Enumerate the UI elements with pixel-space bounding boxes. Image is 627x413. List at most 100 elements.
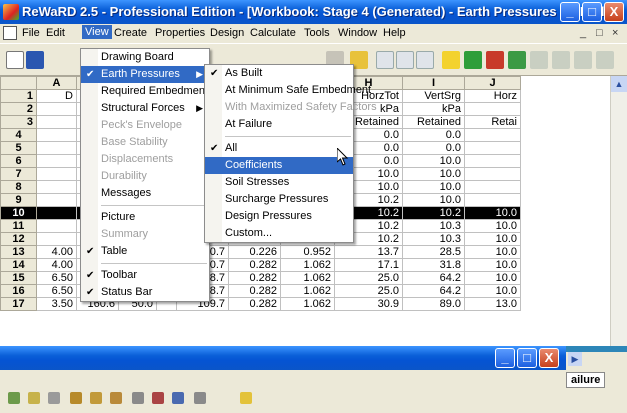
cell[interactable]: 0.0 <box>402 141 465 155</box>
cell[interactable]: 89.0 <box>402 297 465 311</box>
cell[interactable]: 0.282 <box>228 297 281 311</box>
menu-item[interactable]: Surcharge Pressures <box>205 191 353 208</box>
row-header[interactable]: 1 <box>0 89 37 103</box>
cell[interactable]: 10.0 <box>464 219 521 233</box>
tool-5-icon[interactable] <box>90 392 102 404</box>
cell[interactable]: A <box>36 76 77 90</box>
menu-item[interactable]: ✔ Status Bar <box>81 284 209 301</box>
chart-icon[interactable] <box>464 51 482 69</box>
row-header[interactable] <box>0 76 37 90</box>
cell[interactable]: 30.9 <box>334 297 403 311</box>
row-header[interactable]: 7 <box>0 167 37 181</box>
title-bar[interactable]: ReWaRD 2.5 - Professional Edition - [Wor… <box>0 0 627 24</box>
scroll-up-icon[interactable]: ▲ <box>611 76 627 92</box>
cell[interactable]: 13.0 <box>464 297 521 311</box>
cell[interactable]: 1.062 <box>280 284 335 298</box>
chart-green-icon[interactable] <box>508 51 526 69</box>
chart-disabled-2-icon[interactable] <box>552 51 570 69</box>
second-close-button[interactable]: X <box>539 348 559 368</box>
cell[interactable] <box>464 102 521 116</box>
pointer-icon[interactable] <box>376 51 394 69</box>
cell[interactable]: 1.062 <box>280 297 335 311</box>
cell[interactable]: 10.0 <box>464 206 521 220</box>
tool-9-icon[interactable] <box>172 392 184 404</box>
cell[interactable]: D <box>36 89 77 103</box>
cell[interactable]: 10.3 <box>402 232 465 246</box>
close-button[interactable]: X <box>604 2 624 22</box>
menu-item[interactable]: ✔ Table <box>81 243 209 260</box>
row-header[interactable]: 17 <box>0 297 37 311</box>
table-row[interactable]: 134.0075.514.760.70.2260.95213.728.510.0 <box>0 245 521 259</box>
row-header[interactable]: 6 <box>0 154 37 168</box>
cell[interactable]: J <box>464 76 521 90</box>
cell[interactable]: 6.50 <box>36 284 77 298</box>
row-header[interactable]: 2 <box>0 102 37 116</box>
cell[interactable]: 10.3 <box>402 219 465 233</box>
menu-view[interactable]: View <box>82 25 112 39</box>
maximize-button[interactable]: □ <box>582 2 602 22</box>
cell[interactable]: 1.062 <box>280 271 335 285</box>
menu-item[interactable]: Custom... <box>205 225 353 242</box>
cell[interactable] <box>36 219 77 233</box>
cell[interactable]: 13.7 <box>334 245 403 259</box>
tool-8-icon[interactable] <box>152 392 164 404</box>
cell[interactable]: 0.282 <box>228 258 281 272</box>
cell[interactable] <box>36 167 77 181</box>
cell[interactable]: 25.0 <box>334 284 403 298</box>
menu-item[interactable]: ✔ Toolbar <box>81 267 209 284</box>
table-row[interactable]: 17 3.50 160.6 50.0 109.7 0.282 1.062 30.9 89.0 13… <box>0 297 521 311</box>
menu-design[interactable]: Design <box>210 27 244 39</box>
second-minimize-button[interactable]: _ <box>495 348 515 368</box>
table-row[interactable]: 166.50128.039.288.70.2821.06225.064.210.… <box>0 284 521 298</box>
cell[interactable]: 10.0 <box>464 271 521 285</box>
save-icon[interactable] <box>26 51 44 69</box>
cell[interactable] <box>464 180 521 194</box>
menu-item[interactable]: Design Pressures <box>205 208 353 225</box>
cell[interactable]: 10.0 <box>464 258 521 272</box>
tool-10-icon[interactable] <box>194 392 206 404</box>
row-header[interactable]: 8 <box>0 180 37 194</box>
menu-item[interactable]: Picture <box>81 209 209 226</box>
cell[interactable]: 10.2 <box>402 206 465 220</box>
cell[interactable]: 10.0 <box>464 232 521 246</box>
menu-item[interactable]: Structural Forces ▶ <box>81 100 209 117</box>
cell[interactable]: 6.50 <box>36 271 77 285</box>
table-row[interactable]: 156.50128.039.288.70.2821.06225.064.210.… <box>0 271 521 285</box>
cell[interactable] <box>464 128 521 142</box>
menu-help[interactable]: Help <box>383 27 406 39</box>
cell[interactable] <box>36 128 77 142</box>
tool-4-icon[interactable] <box>70 392 82 404</box>
cell[interactable]: 10.0 <box>464 245 521 259</box>
menu-tools[interactable]: Tools <box>304 27 330 39</box>
row-header[interactable]: 9 <box>0 193 37 207</box>
menu-window[interactable]: Window <box>338 27 377 39</box>
cell[interactable]: Retai <box>464 115 521 129</box>
menu-item[interactable]: ✔ As Built <box>205 65 353 82</box>
menu-item[interactable]: At Minimum Safe Embedment <box>205 82 371 99</box>
cell[interactable] <box>464 154 521 168</box>
mdi-minimize-button[interactable]: _ <box>580 27 586 39</box>
row-header[interactable]: 11 <box>0 219 37 233</box>
cell[interactable]: 28.5 <box>402 245 465 259</box>
cell[interactable]: 4.00 <box>36 258 77 272</box>
cell[interactable]: Horz <box>464 89 521 103</box>
cell[interactable] <box>36 141 77 155</box>
menu-item[interactable]: Soil Stresses <box>205 174 353 191</box>
cell[interactable]: 1.062 <box>280 258 335 272</box>
menu-item[interactable]: ✔ Earth Pressures ▶ <box>81 66 209 83</box>
new-file-icon[interactable] <box>6 51 24 69</box>
menu-edit[interactable]: Edit <box>46 27 65 39</box>
row-header[interactable]: 13 <box>0 245 37 259</box>
menu-file[interactable]: File <box>22 27 40 39</box>
second-window-title-bar[interactable]: _ □ X <box>0 346 566 370</box>
cell[interactable]: 64.2 <box>402 271 465 285</box>
menu-item[interactable]: Coefficients <box>205 157 353 174</box>
tool-7-icon[interactable] <box>132 392 144 404</box>
cell[interactable]: 10.0 <box>402 193 465 207</box>
cell[interactable]: 10.0 <box>464 284 521 298</box>
row-header[interactable]: 10 <box>0 206 37 220</box>
vertical-scrollbar[interactable]: ▲ <box>610 76 627 346</box>
tab-at-failure[interactable]: ailure <box>566 372 606 388</box>
minimize-button[interactable]: _ <box>560 2 580 22</box>
menu-item[interactable]: ✔ All <box>205 140 353 157</box>
